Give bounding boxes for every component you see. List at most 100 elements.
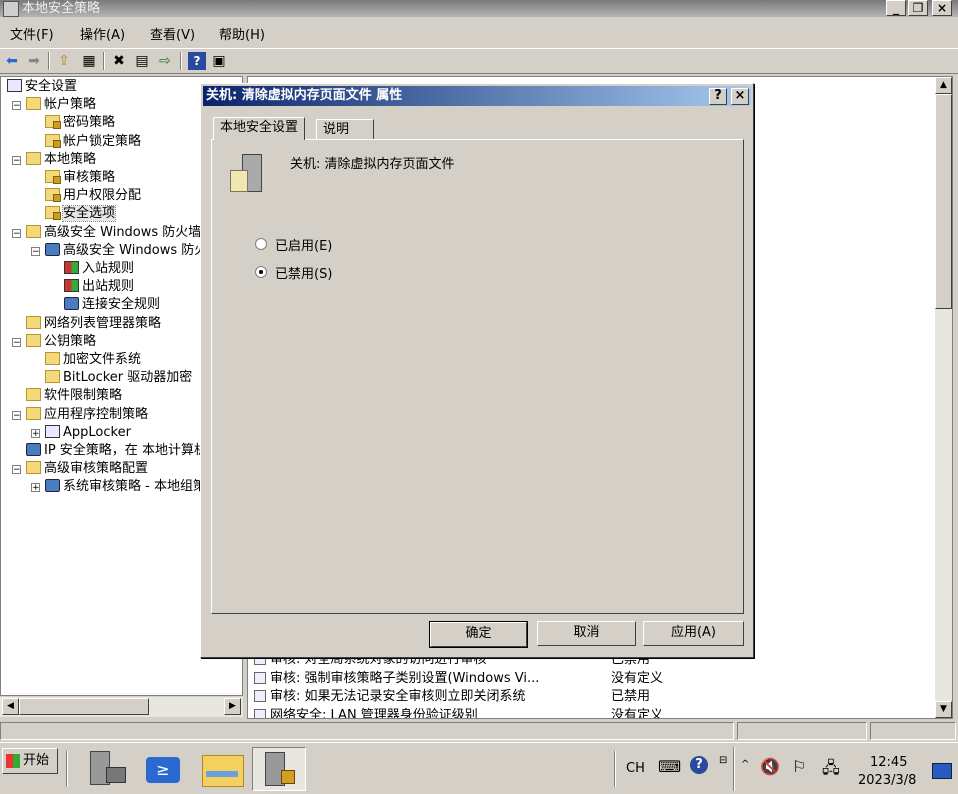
- tree-node[interactable]: 出站规则: [64, 278, 134, 296]
- clock-date[interactable]: 2023/3/8: [858, 773, 916, 788]
- expand-toggle-icon[interactable]: +: [31, 483, 40, 493]
- policy-item-icon: [254, 708, 266, 718]
- policy-name-cell: 审核: 如果无法记录安全审核则立即关闭系统: [270, 689, 526, 704]
- tree-node-label: IP 安全策略，在 本地计算机: [44, 443, 207, 458]
- minimize-button[interactable]: _: [886, 0, 906, 16]
- window-title-bar[interactable]: 本地安全策略 _ ❐ ×: [0, 0, 958, 17]
- tree-node-label: BitLocker 驱动器加密: [63, 370, 193, 386]
- dialog-close-button[interactable]: ×: [731, 88, 749, 105]
- menu-action[interactable]: 操作(A): [80, 24, 125, 43]
- tree-node[interactable]: + AppLocker: [31, 424, 131, 442]
- security-setting-cell: 没有定义: [611, 670, 664, 686]
- list-item[interactable]: 审核: 强制审核策略子类别设置(Windows Vi... 没有定义: [254, 670, 934, 688]
- show-hide-tree-icon[interactable]: ▦: [80, 52, 98, 70]
- folder-icon: [45, 370, 60, 384]
- security-setting-cell: 没有定义: [611, 707, 664, 719]
- collapse-toggle-icon[interactable]: −: [12, 410, 21, 420]
- list-item[interactable]: 网络安全: LAN 管理器身份验证级别 没有定义: [254, 707, 934, 719]
- apply-button[interactable]: 应用(A): [643, 621, 744, 646]
- collapse-toggle-icon[interactable]: −: [12, 155, 21, 165]
- help-icon[interactable]: ?: [188, 52, 206, 70]
- scroll-up-button[interactable]: ▲: [935, 77, 952, 94]
- tree-node[interactable]: 安全选项: [45, 205, 117, 223]
- powershell-icon[interactable]: ≥: [140, 747, 188, 791]
- tree-node[interactable]: 软件限制策略: [26, 387, 122, 405]
- language-bar-options-icon[interactable]: ⊟: [719, 755, 727, 766]
- console-tree-icon[interactable]: ▣: [210, 52, 228, 70]
- tree-node[interactable]: 密码策略: [45, 114, 115, 132]
- folder-icon: [26, 388, 41, 402]
- properties-icon[interactable]: ▤: [133, 52, 151, 70]
- menu-file[interactable]: 文件(F): [10, 24, 54, 43]
- network-icon[interactable]: 🖧: [822, 757, 840, 784]
- tree-node[interactable]: − 高级安全 Windows 防火墙: [12, 224, 201, 242]
- show-desktop-icon[interactable]: [932, 763, 952, 779]
- doc-icon: [7, 79, 22, 92]
- export-list-icon[interactable]: ⇨: [156, 52, 174, 70]
- language-indicator[interactable]: CH: [626, 761, 645, 776]
- action-center-flag-icon[interactable]: ⚐: [792, 757, 806, 776]
- cancel-button[interactable]: 取消: [537, 621, 636, 646]
- collapse-toggle-icon[interactable]: −: [12, 101, 21, 111]
- tree-node[interactable]: − 帐户策略: [12, 96, 96, 114]
- collapse-toggle-icon[interactable]: −: [12, 228, 21, 238]
- tree-node[interactable]: − 公钥策略: [12, 333, 96, 351]
- keyboard-icon[interactable]: ⌨: [658, 757, 681, 776]
- clock-time[interactable]: 12:45: [870, 755, 907, 770]
- forward-arrow-icon[interactable]: ➡: [25, 52, 43, 70]
- dialog-title-bar[interactable]: 关机: 清除虚拟内存页面文件 属性 ? ×: [203, 86, 751, 106]
- scroll-left-button[interactable]: ◀: [2, 698, 19, 715]
- tree-node[interactable]: 用户权限分配: [45, 187, 141, 205]
- dialog-help-button[interactable]: ?: [709, 88, 727, 105]
- hscroll-thumb[interactable]: [19, 698, 149, 715]
- tab-explain[interactable]: 说明: [316, 119, 374, 140]
- tree-node[interactable]: 连接安全规则: [64, 296, 160, 314]
- list-vertical-scrollbar[interactable]: ▲ ▼: [935, 77, 952, 718]
- tree-node[interactable]: 帐户锁定策略: [45, 133, 141, 151]
- disabled-radio[interactable]: [255, 266, 267, 278]
- expand-toggle-icon[interactable]: +: [31, 428, 40, 438]
- help-circle-icon[interactable]: ?: [690, 756, 708, 774]
- list-item[interactable]: 审核: 如果无法记录安全审核则立即关闭系统 已禁用: [254, 688, 934, 706]
- close-button[interactable]: ×: [932, 0, 952, 16]
- scroll-down-button[interactable]: ▼: [935, 701, 952, 718]
- delete-icon[interactable]: ✖: [110, 52, 128, 70]
- menu-help[interactable]: 帮助(H): [219, 24, 265, 43]
- tree-node[interactable]: 入站规则: [64, 260, 134, 278]
- tree-node[interactable]: 网络列表管理器策略: [26, 315, 161, 333]
- volume-muted-icon[interactable]: 🔇: [760, 757, 780, 776]
- restore-button[interactable]: ❐: [908, 0, 928, 16]
- server-manager-icon[interactable]: [82, 747, 130, 791]
- tree-node[interactable]: BitLocker 驱动器加密: [45, 369, 192, 387]
- show-hidden-icons-chevron-icon[interactable]: ^: [741, 759, 749, 770]
- enabled-radio-label[interactable]: 已启用(E): [275, 235, 332, 254]
- tree-node-label: 审核策略: [63, 170, 116, 185]
- disabled-radio-label[interactable]: 已禁用(S): [275, 263, 332, 282]
- tree-node[interactable]: − 本地策略: [12, 151, 96, 169]
- collapse-toggle-icon[interactable]: −: [31, 246, 40, 256]
- tree-node[interactable]: IP 安全策略，在 本地计算机: [26, 442, 207, 460]
- menu-view[interactable]: 查看(V): [150, 24, 195, 43]
- scroll-right-button[interactable]: ▶: [224, 698, 241, 715]
- tree-node[interactable]: 审核策略: [45, 169, 115, 187]
- start-label: 开始: [23, 753, 50, 768]
- tree-node[interactable]: 加密文件系统: [45, 351, 141, 369]
- collapse-toggle-icon[interactable]: −: [12, 337, 21, 347]
- up-folder-icon[interactable]: ⇪: [55, 52, 73, 70]
- tree-horizontal-scrollbar[interactable]: ◀ ▶: [0, 697, 243, 717]
- tree-node[interactable]: 安全设置: [7, 78, 77, 96]
- taskbar-separator: [66, 751, 68, 787]
- enabled-radio[interactable]: [255, 238, 267, 250]
- start-button[interactable]: 开始: [2, 748, 58, 774]
- back-arrow-icon[interactable]: ⬅: [3, 52, 21, 70]
- local-security-policy-task-icon[interactable]: [252, 747, 306, 791]
- tree-node[interactable]: − 应用程序控制策略: [12, 406, 149, 424]
- folder-icon: [26, 97, 41, 111]
- tab-local-security-setting[interactable]: 本地安全设置: [213, 117, 306, 140]
- tree-node-label: 应用程序控制策略: [44, 406, 149, 422]
- scroll-thumb[interactable]: [935, 94, 952, 309]
- collapse-toggle-icon[interactable]: −: [12, 465, 21, 475]
- explorer-folder-icon[interactable]: [198, 747, 246, 791]
- ok-button[interactable]: 确定: [429, 621, 528, 648]
- tree-node[interactable]: − 高级审核策略配置: [12, 460, 148, 478]
